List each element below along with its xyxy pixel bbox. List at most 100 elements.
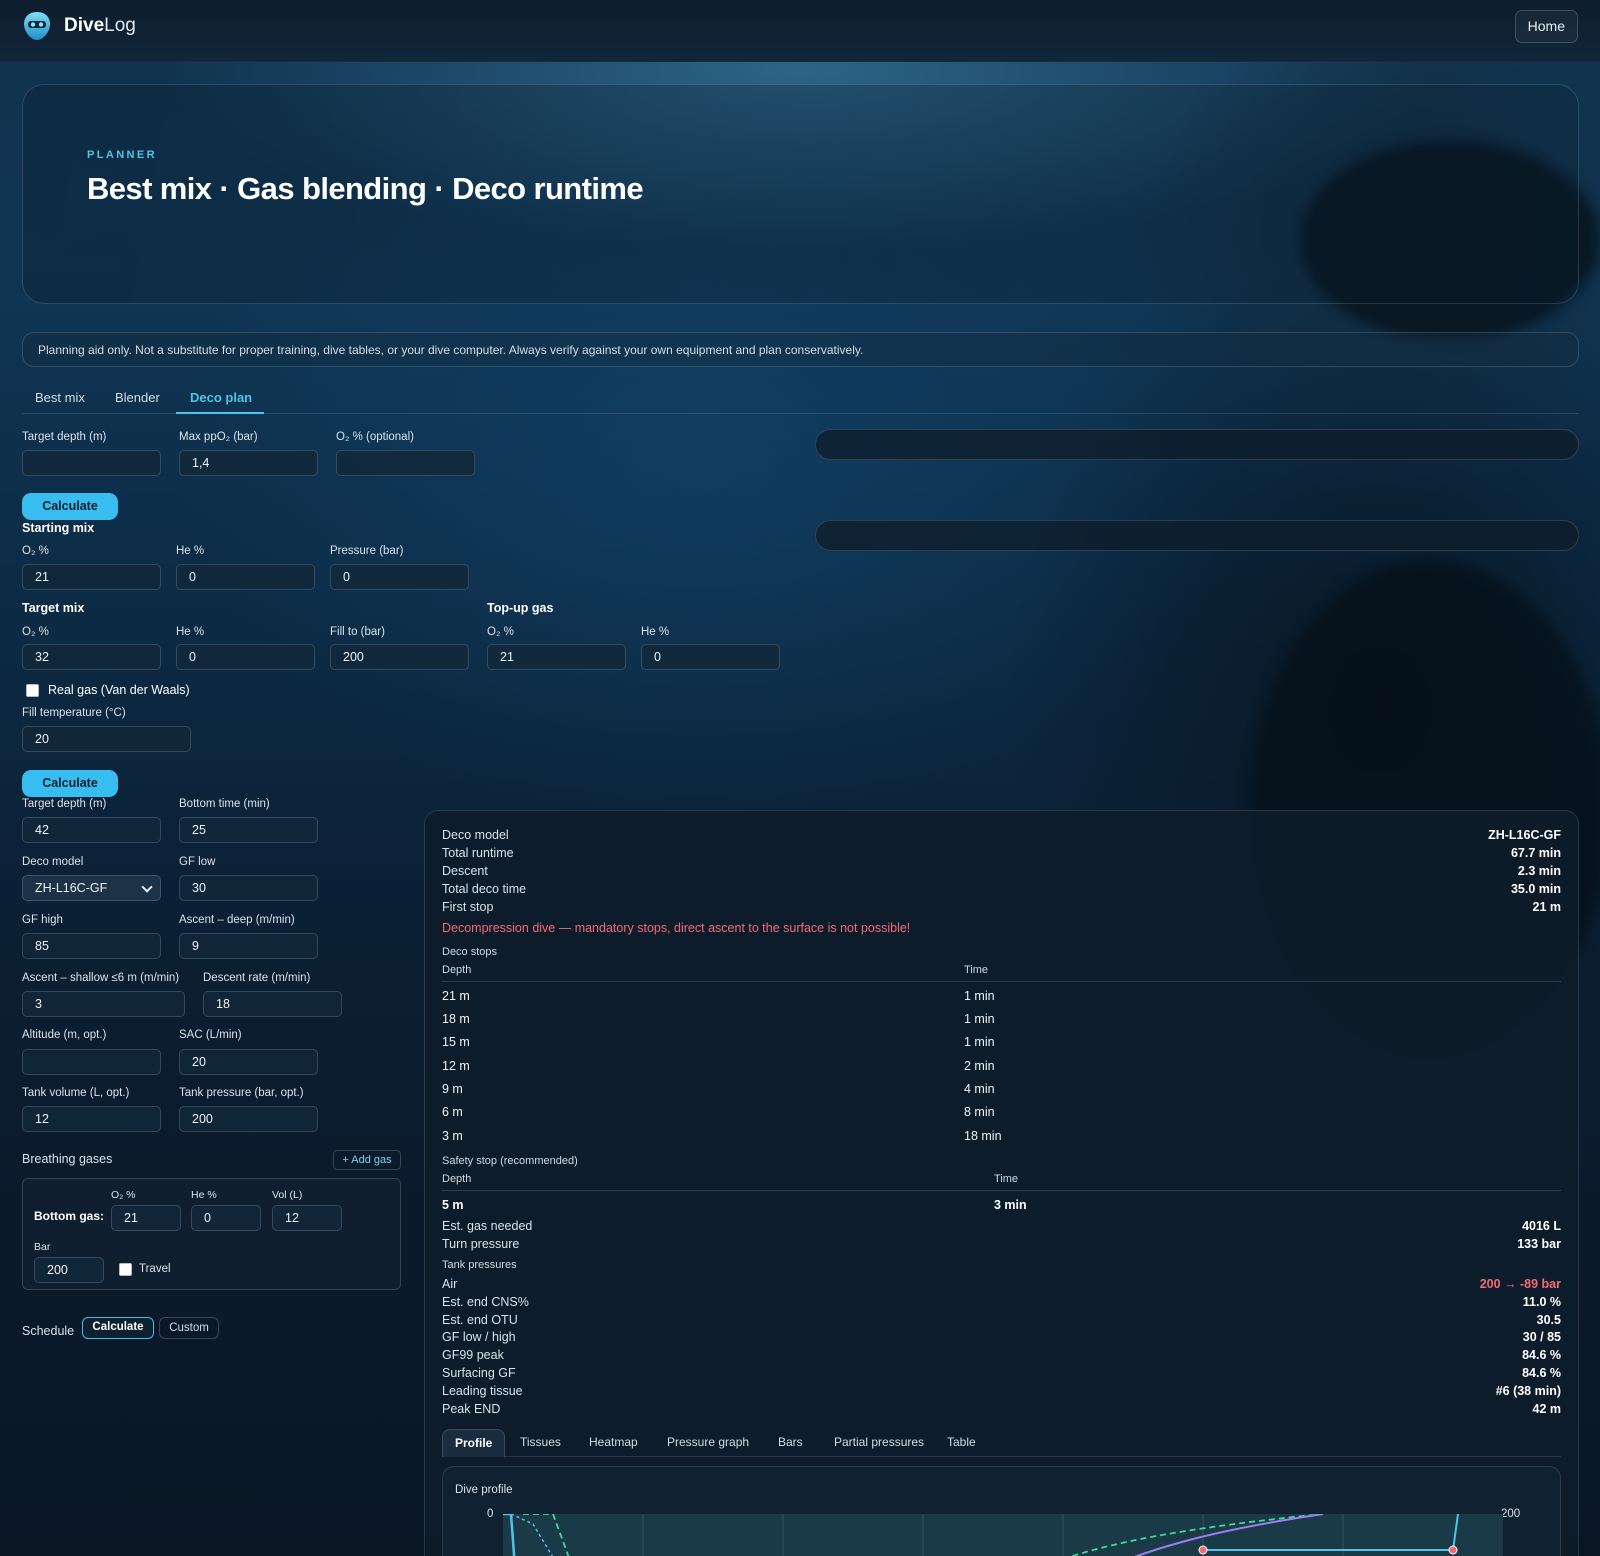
table-divider (442, 1190, 1561, 1191)
home-button[interactable]: Home (1514, 10, 1578, 43)
table-divider (442, 981, 1561, 982)
stop-depth: 12 m (442, 1059, 470, 1073)
bottom-time-label: Bottom time (min) (179, 798, 270, 810)
safety-stop-depth: 5 m (442, 1198, 464, 1212)
gf-low-label: GF low (179, 856, 216, 868)
max-ppo2-input[interactable]: 1,4 (179, 450, 318, 476)
deco-model-selected: ZH-L16C-GF (35, 881, 108, 895)
gas-vol-input[interactable]: 12 (272, 1205, 342, 1231)
safety-stop-title: Safety stop (recommended) (442, 1155, 578, 1167)
gas-he-label: He % (191, 1189, 217, 1201)
bottom-time-input[interactable]: 25 (179, 817, 318, 843)
target-he-label: He % (176, 626, 205, 638)
altitude-input[interactable] (22, 1049, 161, 1075)
result-view-tabs: Profile Tissues Heatmap Pressure graph B… (442, 1429, 1561, 1457)
ascent-shallow-label: Ascent – shallow ≤6 m (m/min) (22, 972, 180, 984)
stop-time: 4 min (964, 1082, 995, 1096)
schedule-custom-button[interactable]: Custom (159, 1317, 219, 1339)
tank-volume-label: Tank volume (L, opt.) (22, 1087, 130, 1099)
gf-high-input[interactable]: 85 (22, 933, 161, 959)
target-mix-title: Target mix (22, 601, 85, 615)
deco-results-panel: Deco model ZH-L16C-GF Total runtime 67.7 m… (424, 810, 1579, 1556)
target-he-input[interactable]: 0 (176, 644, 315, 670)
sac-label: SAC (L/min) (179, 1029, 242, 1041)
deco-model-select[interactable]: ZH-L16C-GF (22, 875, 161, 901)
ascent-deep-input[interactable]: 9 (179, 933, 318, 959)
divelog-logo-icon (24, 12, 50, 40)
start-he-input[interactable]: 0 (176, 564, 315, 590)
stop-time: 1 min (964, 1035, 995, 1049)
chart-y2-axis-top-label: 200 (1501, 1508, 1521, 1520)
tank-row: GF99 peak 84.6 % (442, 1348, 1561, 1362)
tank-row: Peak END 42 m (442, 1402, 1561, 1416)
ascent-deep-label: Ascent – deep (m/min) (179, 914, 295, 926)
ascent-shallow-input[interactable]: 3 (22, 991, 185, 1017)
subtab-tissues[interactable]: Tissues (520, 1435, 561, 1449)
tank-pressure-label: Tank pressure (bar, opt.) (179, 1087, 304, 1099)
fill-temperature-input[interactable]: 20 (22, 726, 191, 752)
starting-mix-title: Starting mix (22, 521, 95, 535)
start-pressure-input[interactable]: 0 (330, 564, 469, 590)
best-mix-target-depth-input[interactable] (22, 450, 161, 476)
descent-rate-input[interactable]: 18 (203, 991, 342, 1017)
start-o2-label: O₂ % (22, 545, 49, 557)
summary-row: Deco model ZH-L16C-GF (442, 828, 1561, 842)
target-o2-input[interactable]: 32 (22, 644, 161, 670)
stop-depth: 21 m (442, 989, 470, 1003)
gas-he-input[interactable]: 0 (191, 1205, 261, 1231)
gf-high-label: GF high (22, 914, 63, 926)
schedule-calculate-button[interactable]: Calculate (82, 1317, 154, 1339)
tank-row: Leading tissue #6 (38 min) (442, 1384, 1561, 1398)
gf-low-input[interactable]: 30 (179, 875, 318, 901)
blender-calculate-button[interactable]: Calculate (22, 770, 118, 797)
tank-row: GF low / high 30 / 85 (442, 1330, 1561, 1344)
subtab-profile[interactable]: Profile (442, 1429, 506, 1457)
breathing-gases-label: Breathing gases (22, 1152, 113, 1166)
subtab-heatmap[interactable]: Heatmap (589, 1435, 638, 1449)
deco-model-label: Deco model (22, 856, 84, 868)
deco-target-depth-label: Target depth (m) (22, 798, 107, 810)
tab-blender[interactable]: Blender (115, 390, 160, 405)
tank-pressure-input[interactable]: 200 (179, 1106, 318, 1132)
brand[interactable]: DiveLog (22, 10, 136, 42)
summary-row: Total runtime 67.7 min (442, 846, 1561, 860)
tab-best-mix[interactable]: Best mix (35, 390, 85, 405)
o2-optional-input[interactable] (336, 450, 475, 476)
fill-temperature-label: Fill temperature (°C) (22, 707, 126, 719)
stop-depth: 18 m (442, 1012, 470, 1026)
travel-label: Travel (139, 1263, 171, 1275)
topup-o2-input[interactable]: 21 (487, 644, 626, 670)
stop-depth: 15 m (442, 1035, 470, 1049)
disclaimer-notice: Planning aid only. Not a substitute for … (22, 332, 1579, 367)
real-gas-label: Real gas (Van der Waals) (48, 683, 190, 697)
subtab-bars[interactable]: Bars (778, 1435, 803, 1449)
dive-profile-plot (503, 1514, 1503, 1556)
tank-row: Air 200 → -89 bar (442, 1277, 1561, 1291)
gas-row: Est. gas needed 4016 L (442, 1219, 1561, 1233)
gas-bar-input[interactable]: 200 (34, 1257, 104, 1283)
tab-deco-plan[interactable]: Deco plan (190, 390, 252, 405)
subtab-pressure-graph[interactable]: Pressure graph (667, 1435, 749, 1449)
start-he-label: He % (176, 545, 205, 557)
blender-result-pill (815, 520, 1579, 551)
sac-input[interactable]: 20 (179, 1049, 318, 1075)
chart-y-axis-top-label: 0 (487, 1508, 494, 1520)
best-mix-calculate-button[interactable]: Calculate (22, 493, 118, 520)
tank-pressures-title: Tank pressures (442, 1259, 517, 1271)
add-gas-button[interactable]: + Add gas (333, 1150, 401, 1170)
summary-row: Total deco time 35.0 min (442, 882, 1561, 896)
topup-he-input[interactable]: 0 (641, 644, 780, 670)
gas-o2-input[interactable]: 21 (111, 1205, 181, 1231)
travel-checkbox[interactable] (119, 1263, 132, 1276)
tank-row: Surfacing GF 84.6 % (442, 1366, 1561, 1380)
subtab-table[interactable]: Table (947, 1435, 976, 1449)
subtab-partial-pressures[interactable]: Partial pressures (834, 1435, 924, 1449)
altitude-label: Altitude (m, opt.) (22, 1029, 107, 1041)
deco-target-depth-input[interactable]: 42 (22, 817, 161, 843)
stop-marker (1198, 1545, 1208, 1555)
tank-volume-input[interactable]: 12 (22, 1106, 161, 1132)
start-o2-input[interactable]: 21 (22, 564, 161, 590)
fill-to-input[interactable]: 200 (330, 644, 469, 670)
real-gas-checkbox[interactable] (26, 684, 39, 697)
active-tab-indicator (176, 412, 264, 414)
